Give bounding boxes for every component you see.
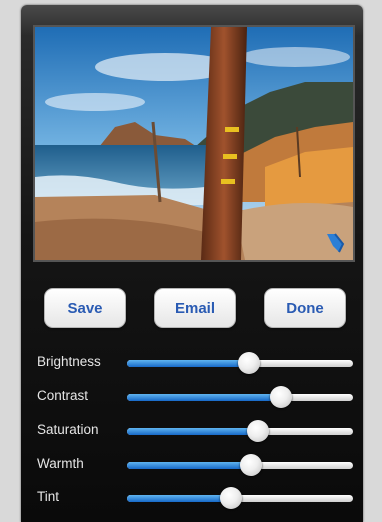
rotate-icon[interactable] xyxy=(321,230,347,256)
brightness-slider[interactable] xyxy=(127,351,353,375)
save-button[interactable]: Save xyxy=(44,288,126,328)
warmth-label: Warmth xyxy=(37,456,84,471)
slider-knob[interactable] xyxy=(219,487,242,509)
brightness-label: Brightness xyxy=(37,354,101,369)
warmth-slider[interactable] xyxy=(127,453,353,477)
slider-knob[interactable] xyxy=(269,386,292,408)
slider-knob[interactable] xyxy=(247,420,270,442)
contrast-label: Contrast xyxy=(37,388,89,403)
slider-knob[interactable] xyxy=(240,454,263,476)
saturation-label: Saturation xyxy=(37,422,99,437)
contrast-slider[interactable] xyxy=(127,385,353,409)
slider-fill xyxy=(127,428,259,435)
tint-slider[interactable] xyxy=(127,486,353,510)
saturation-row: Saturation xyxy=(21,419,363,443)
done-button[interactable]: Done xyxy=(264,288,346,328)
tint-row: Tint xyxy=(21,486,363,510)
saturation-slider[interactable] xyxy=(127,419,353,443)
slider-fill xyxy=(127,360,250,367)
coastal-landscape-photo xyxy=(35,27,353,260)
slider-knob[interactable] xyxy=(238,352,261,374)
slider-fill xyxy=(127,495,231,502)
slider-fill xyxy=(127,462,252,469)
contrast-row: Contrast xyxy=(21,385,363,409)
brightness-row: Brightness xyxy=(21,351,363,375)
photo-preview xyxy=(33,25,355,262)
photo-editor-window: Save Email Done Brightness Contrast Satu… xyxy=(21,5,363,522)
tint-label: Tint xyxy=(37,489,60,504)
slider-fill xyxy=(127,394,281,401)
warmth-row: Warmth xyxy=(21,453,363,477)
email-button[interactable]: Email xyxy=(154,288,236,328)
